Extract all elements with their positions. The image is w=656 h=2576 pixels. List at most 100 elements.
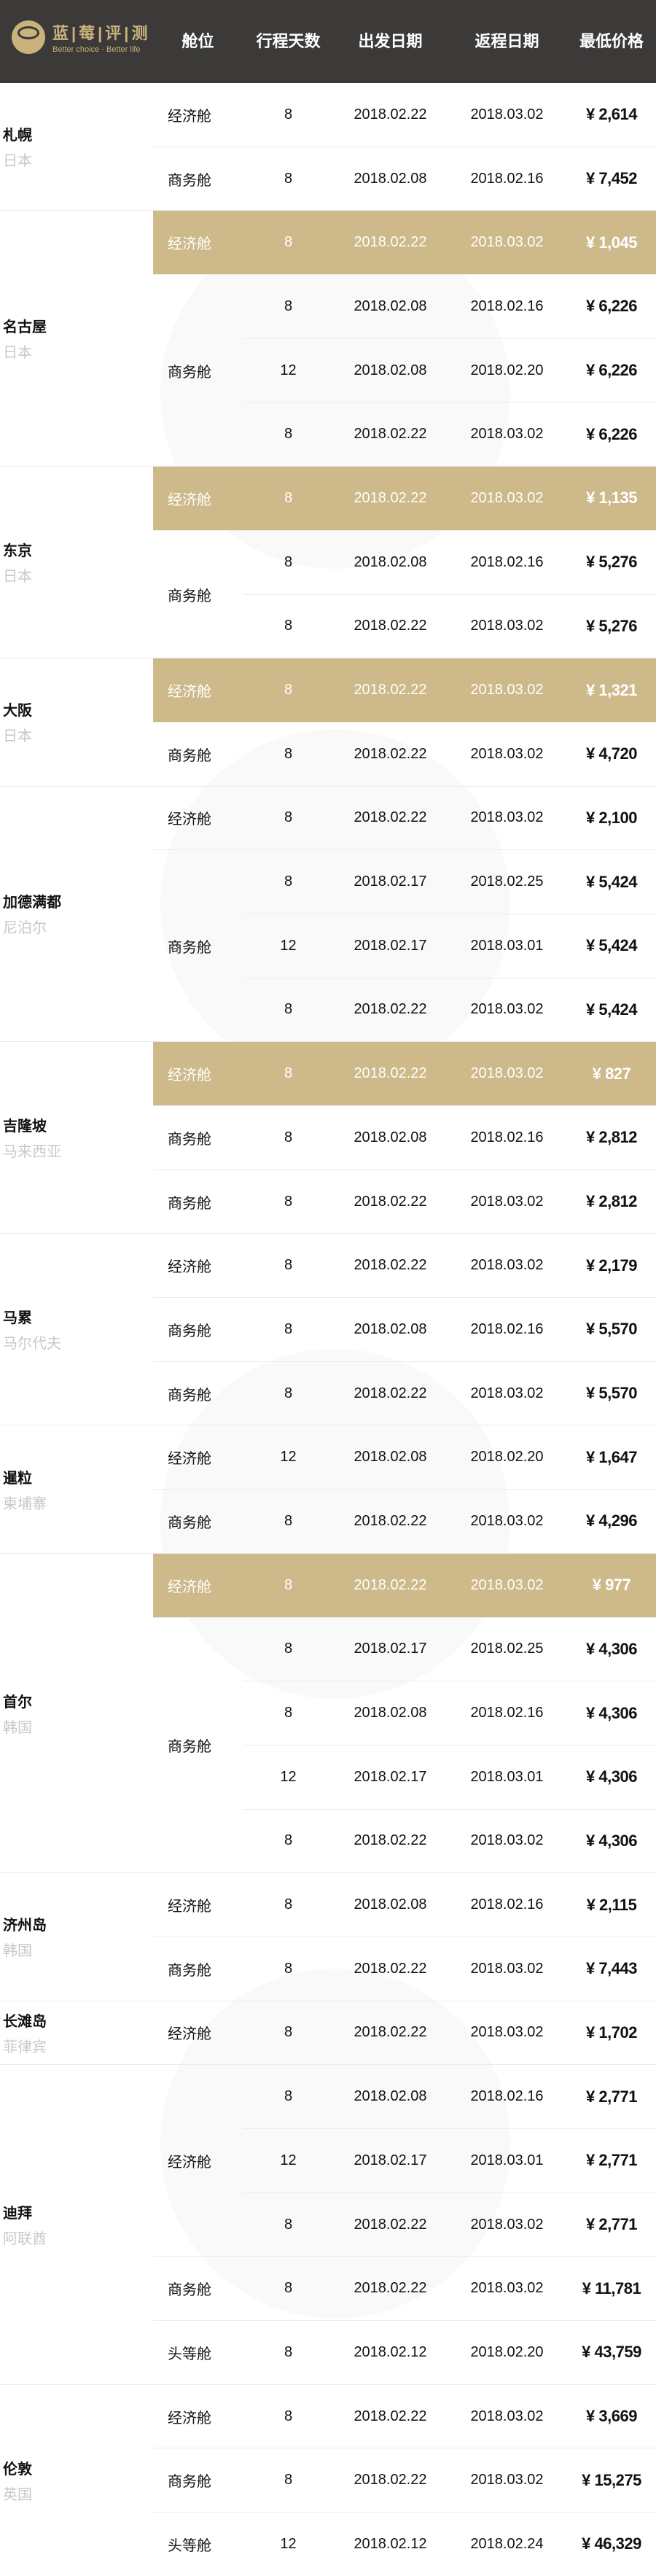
depart-date: 2018.02.22 (334, 2256, 447, 2320)
trip-days: 8 (243, 1808, 334, 1873)
city-name: 首尔 (3, 1694, 32, 1711)
lowest-price: ¥ 5,424 (567, 977, 656, 1042)
lowest-price: ¥ 11,781 (567, 2256, 656, 2320)
cabin-class: 经济舱 (153, 658, 243, 722)
country-name: 柬埔寨 (3, 1495, 47, 1512)
return-date: 2018.03.02 (447, 2384, 567, 2448)
table-row: 东京 日本 经济舱 8 2018.02.22 2018.03.02 ¥ 1,135 (0, 466, 656, 585)
header-depart: 出发日期 (358, 32, 423, 50)
trip-days: 8 (243, 977, 334, 1042)
trip-days: 8 (243, 1489, 334, 1553)
table-row: 加德满都 尼泊尔 经济舱 8 2018.02.22 2018.03.02 ¥ 2,100 (0, 785, 656, 936)
return-date: 2018.03.02 (447, 594, 567, 658)
return-date: 2018.02.16 (447, 274, 567, 338)
trip-days: 8 (243, 2000, 334, 2065)
trip-days: 8 (243, 2192, 334, 2257)
lowest-price: ¥ 7,443 (567, 1936, 656, 2001)
return-date: 2018.02.20 (447, 1425, 567, 1489)
city-name: 暹粒 (3, 1470, 32, 1487)
return-date: 2018.02.25 (447, 849, 567, 914)
city-cell: 暹粒 柬埔寨 (0, 1425, 153, 1552)
return-date: 2018.03.02 (447, 1489, 567, 1553)
table-row: 济州岛 韩国 经济舱 8 2018.02.08 2018.02.16 ¥ 2,115 (0, 1872, 656, 1959)
return-date: 2018.03.02 (447, 466, 567, 530)
city-cell: 加德满都 尼泊尔 (0, 785, 153, 1042)
country-name: 日本 (3, 569, 32, 585)
trip-days: 8 (243, 466, 334, 530)
lowest-price: ¥ 1,135 (567, 466, 656, 530)
lowest-price: ¥ 2,771 (567, 2064, 656, 2128)
depart-date: 2018.02.22 (334, 1808, 447, 1873)
depart-date: 2018.02.22 (334, 2384, 447, 2448)
lowest-price: ¥ 827 (567, 1041, 656, 1105)
lowest-price: ¥ 1,702 (567, 2000, 656, 2065)
return-date: 2018.02.16 (447, 1681, 567, 1745)
lowest-price: ¥ 4,306 (567, 1616, 656, 1681)
lowest-price: ¥ 2,179 (567, 1233, 656, 1297)
trip-days: 8 (243, 1041, 334, 1105)
table-row: 暹粒 柬埔寨 经济舱 12 2018.02.08 2018.02.20 ¥ 1,647 (0, 1425, 656, 1512)
depart-date: 2018.02.22 (334, 1552, 447, 1617)
trip-days: 8 (243, 658, 334, 722)
trip-days: 8 (243, 1552, 334, 1617)
flight-price-table: 札幌 日本 经济舱 8 2018.02.22 2018.03.02 ¥ 2,614 商务舱 8 2… (0, 83, 656, 2576)
city-cell: 大阪 日本 (0, 658, 153, 785)
lowest-price: ¥ 5,570 (567, 1297, 656, 1361)
lowest-price: ¥ 3,669 (567, 2384, 656, 2448)
return-date: 2018.02.20 (447, 2320, 567, 2384)
country-name: 马尔代夫 (3, 1336, 61, 1353)
country-name: 韩国 (3, 1719, 32, 1736)
cabin-class: 经济舱 (153, 2000, 243, 2065)
cabin-class: 头等舱 (153, 2320, 243, 2384)
cabin-class: 经济舱 (153, 2384, 243, 2448)
depart-date: 2018.02.22 (334, 594, 447, 658)
return-date: 2018.03.02 (447, 1041, 567, 1105)
return-date: 2018.03.02 (447, 2000, 567, 2065)
return-date: 2018.03.02 (447, 977, 567, 1042)
city-name: 札幌 (3, 128, 32, 144)
logo-title: 蓝|莓|评|测 (52, 24, 151, 42)
depart-date: 2018.02.22 (334, 977, 447, 1042)
city-cell: 东京 日本 (0, 466, 153, 658)
depart-date: 2018.02.17 (334, 1616, 447, 1681)
country-name: 日本 (3, 728, 32, 745)
logo-slogan: Better choice · Better life (52, 45, 141, 54)
cabin-class: 经济舱 (153, 1041, 243, 1105)
return-date: 2018.03.02 (447, 1552, 567, 1617)
city-cell: 马累 马尔代夫 (0, 1233, 153, 1425)
return-date: 2018.03.02 (447, 402, 567, 466)
city-name: 长滩岛 (3, 2013, 47, 2030)
return-date: 2018.03.02 (447, 1936, 567, 2001)
return-date: 2018.02.16 (447, 1105, 567, 1170)
lowest-price: ¥ 43,759 (567, 2320, 656, 2384)
lowest-price: ¥ 4,306 (567, 1681, 656, 1745)
depart-date: 2018.02.22 (334, 1489, 447, 1553)
brand-logo: 蓝|莓|评|测 Better choice · Better life (12, 20, 150, 54)
city-name: 济州岛 (3, 1918, 47, 1934)
lowest-price: ¥ 4,720 (567, 721, 656, 786)
lowest-price: ¥ 4,306 (567, 1808, 656, 1873)
cabin-class: 商务舱 (153, 146, 243, 211)
table-row: 名古屋 日本 经济舱 8 2018.02.22 2018.03.02 ¥ 1,045 (0, 210, 656, 361)
country-name: 菲律宾 (3, 2039, 47, 2055)
return-date: 2018.03.02 (447, 2448, 567, 2512)
city-cell: 济州岛 韩国 (0, 1872, 153, 2000)
cabin-class: 经济舱 (153, 466, 243, 530)
trip-days: 8 (243, 1169, 334, 1234)
country-name: 日本 (3, 153, 32, 170)
trip-days: 12 (243, 1425, 334, 1489)
cabin-class: 商务舱 (153, 1361, 243, 1425)
return-date: 2018.03.01 (447, 1744, 567, 1809)
return-date: 2018.03.02 (447, 658, 567, 722)
lowest-price: ¥ 5,424 (567, 849, 656, 914)
depart-date: 2018.02.22 (334, 1936, 447, 2001)
table-row: 札幌 日本 经济舱 8 2018.02.22 2018.03.02 ¥ 2,614 (0, 83, 656, 169)
cabin-class: 经济舱 (153, 1425, 243, 1489)
cabin-class: 经济舱 (153, 1872, 243, 1937)
cabin-class: 商务舱 (153, 1489, 243, 1553)
trip-days: 12 (243, 913, 334, 978)
depart-date: 2018.02.17 (334, 1744, 447, 1809)
trip-days: 8 (243, 274, 334, 338)
depart-date: 2018.02.08 (334, 529, 447, 594)
lowest-price: ¥ 2,771 (567, 2128, 656, 2192)
